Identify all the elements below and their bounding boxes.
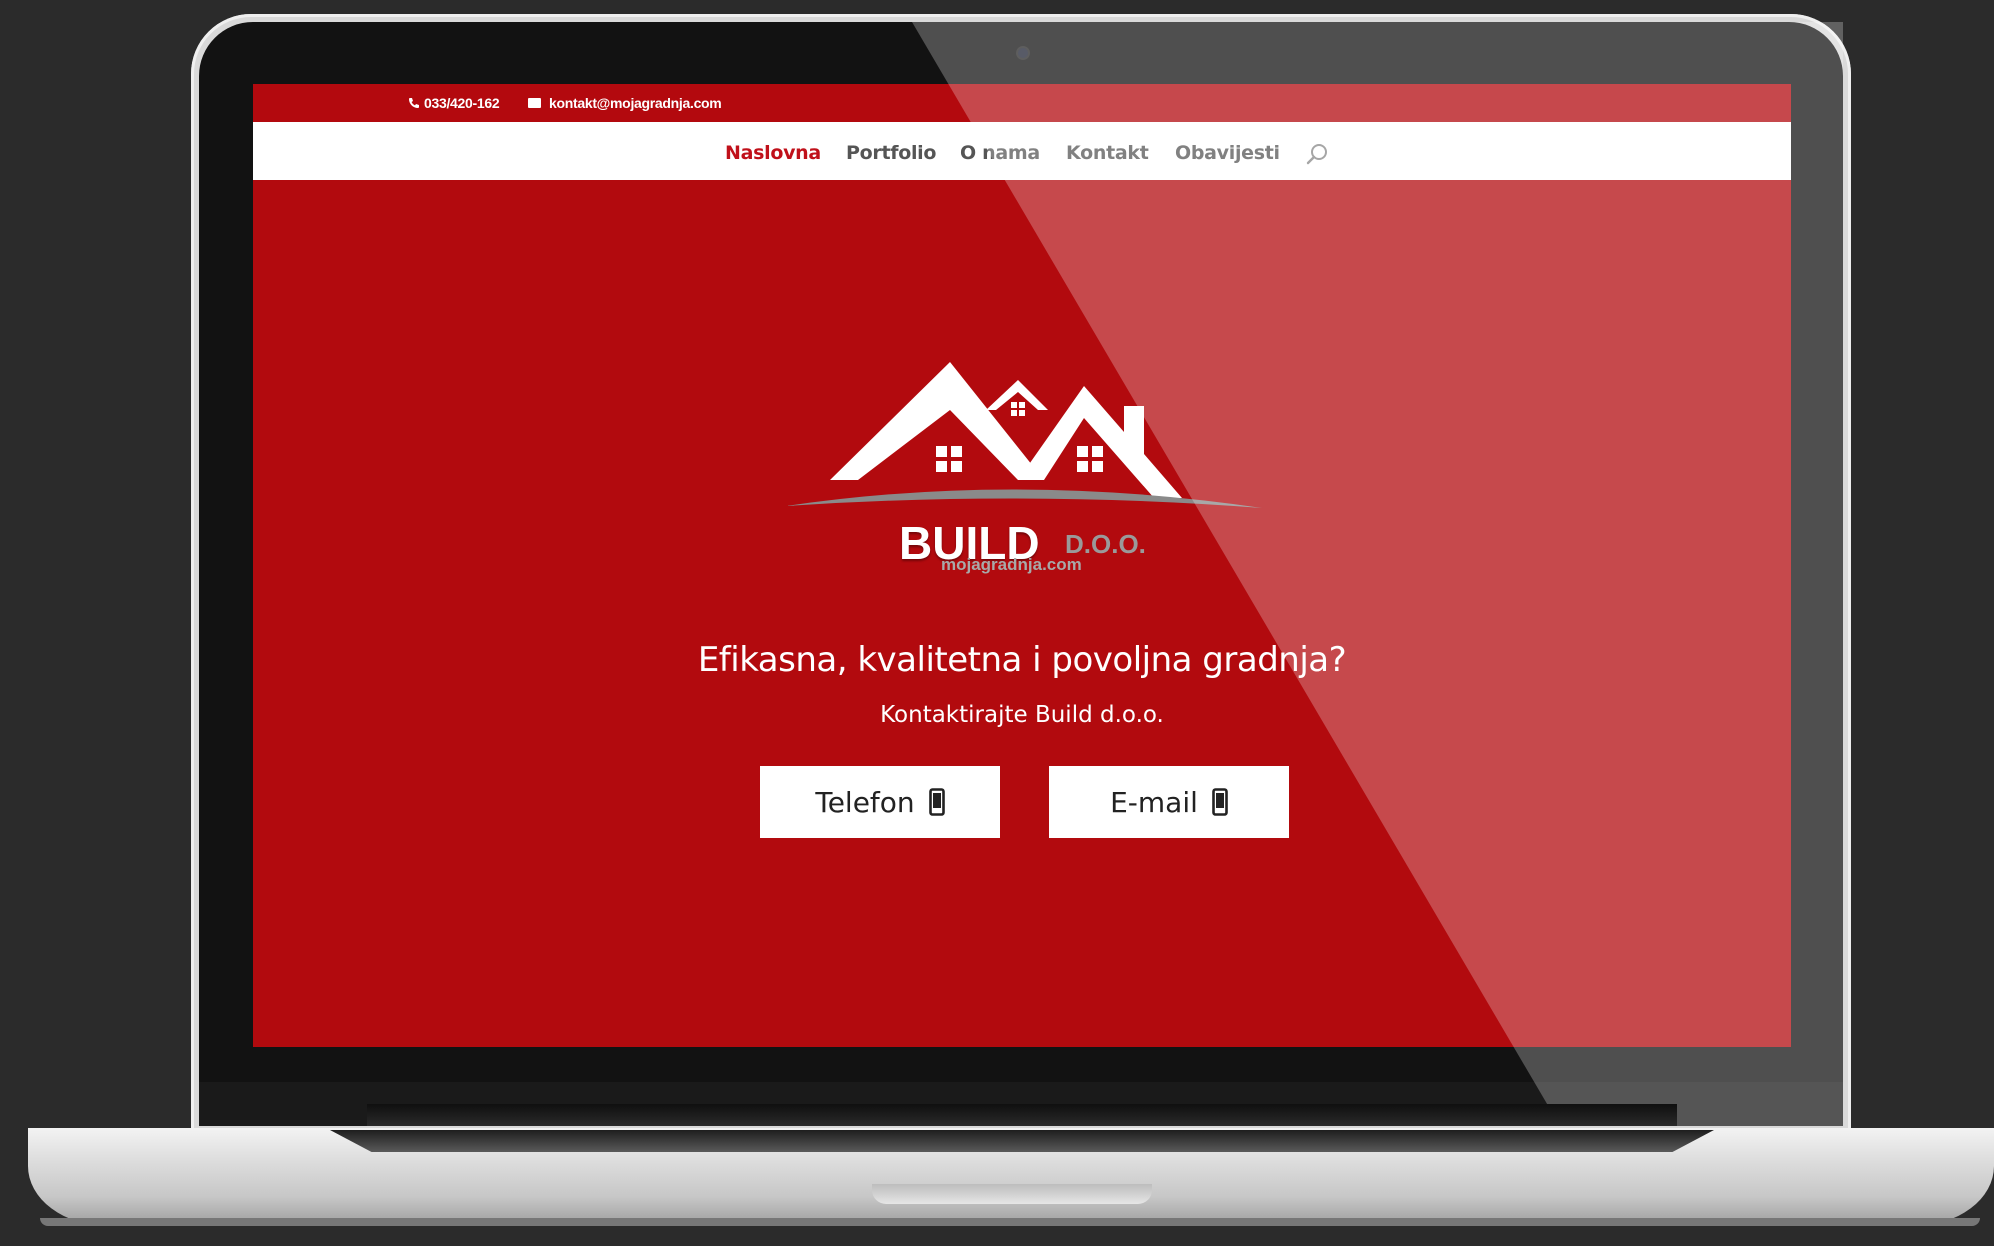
laptop-mockup: 033/420-162 kontakt@mojagradnja.com Nasl…	[0, 0, 1994, 1246]
base-bottom-edge	[40, 1218, 1980, 1226]
lid-opening-notch	[872, 1184, 1152, 1204]
laptop-hinge	[367, 1104, 1677, 1126]
keyboard-edge	[330, 1130, 1714, 1152]
screen-glare	[912, 22, 1843, 1126]
